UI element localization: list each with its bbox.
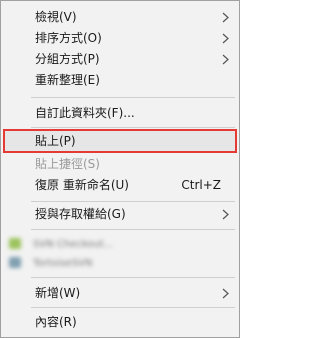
menu-item-new-label: 新增(W) <box>35 286 81 300</box>
menu-item-paste-label: 貼上(P) <box>35 134 76 148</box>
context-menu: 檢視(V) 排序方式(O) 分組方式(P) 重新整理(E) 自訂此資料夾(F).… <box>0 0 240 338</box>
menu-separator <box>31 277 235 278</box>
menu-item-give-access-label: 授與存取權給(G) <box>35 207 126 221</box>
menu-item-customize-folder[interactable]: 自訂此資料夾(F)... <box>3 103 237 124</box>
blurred-menu-item-label: TortoiseSVN <box>33 258 93 269</box>
menu-item-customize-folder-label: 自訂此資料夾(F)... <box>35 106 135 120</box>
menu-item-properties[interactable]: 內容(R) <box>3 312 237 333</box>
menu-item-view[interactable]: 檢視(V) <box>3 7 237 28</box>
menu-item-give-access[interactable]: 授與存取權給(G) <box>3 204 237 225</box>
menu-item-undo-rename[interactable]: 復原 重新命名(U) Ctrl+Z <box>3 175 237 196</box>
menu-item-paste-shortcut-label: 貼上捷徑(S) <box>35 157 100 171</box>
menu-item-refresh[interactable]: 重新整理(E) <box>3 70 237 91</box>
menu-item-paste[interactable]: 貼上(P) <box>3 129 237 153</box>
menu-separator <box>31 127 235 128</box>
menu-item-undo-rename-label: 復原 重新命名(U) <box>35 178 129 192</box>
blurred-menu-item[interactable]: SVN Checkout... <box>7 235 147 251</box>
chevron-right-icon <box>222 209 229 220</box>
menu-item-sort-by[interactable]: 排序方式(O) <box>3 28 237 49</box>
tortoisesvn-icon <box>9 257 21 268</box>
menu-separator <box>31 97 235 98</box>
menu-item-paste-shortcut: 貼上捷徑(S) <box>3 154 237 175</box>
menu-separator <box>31 229 235 230</box>
blurred-menu-item-label: SVN Checkout... <box>33 239 114 250</box>
chevron-right-icon <box>222 54 229 65</box>
chevron-right-icon <box>222 288 229 299</box>
menu-item-view-label: 檢視(V) <box>35 10 77 24</box>
menu-item-sort-by-label: 排序方式(O) <box>35 31 102 45</box>
menu-separator <box>31 201 235 202</box>
menu-item-new[interactable]: 新增(W) <box>3 283 237 304</box>
chevron-right-icon <box>222 33 229 44</box>
menu-item-undo-rename-shortcut: Ctrl+Z <box>181 178 221 192</box>
menu-item-group-by-label: 分組方式(P) <box>35 52 100 66</box>
menu-item-group-by[interactable]: 分組方式(P) <box>3 49 237 70</box>
menu-item-properties-label: 內容(R) <box>35 315 77 329</box>
blurred-menu-item[interactable]: TortoiseSVN <box>7 254 147 270</box>
menu-item-refresh-label: 重新整理(E) <box>35 73 100 87</box>
menu-separator <box>31 307 235 308</box>
chevron-right-icon <box>222 12 229 23</box>
svn-checkout-icon <box>9 238 21 249</box>
